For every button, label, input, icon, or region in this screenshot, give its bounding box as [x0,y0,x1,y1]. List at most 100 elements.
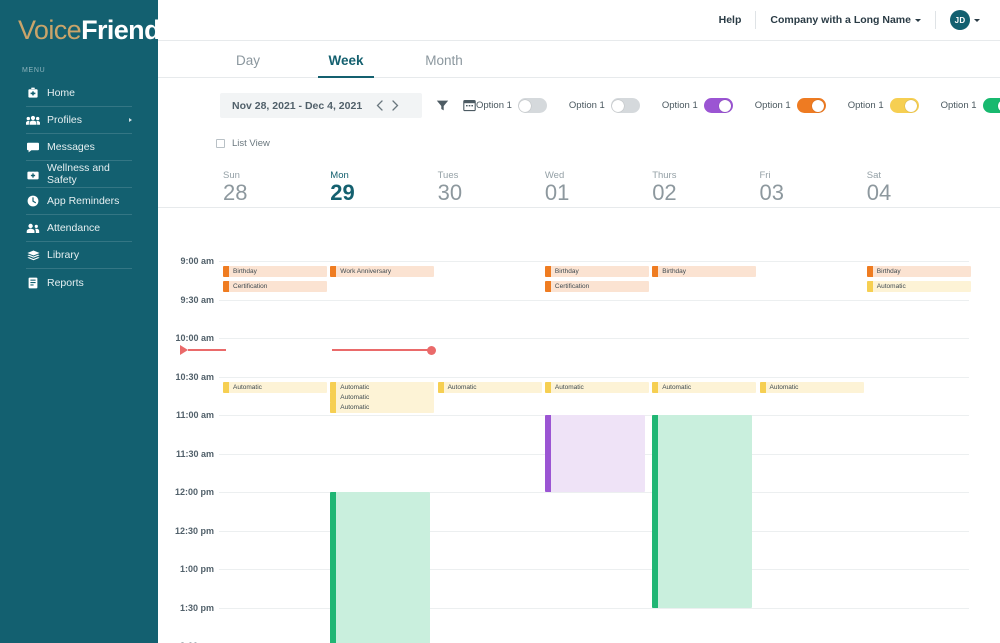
header-divider-2 [935,11,936,29]
sidebar-item-app-reminders[interactable]: App Reminders [26,188,132,215]
filter-icon[interactable] [436,99,449,113]
day-header-thurs[interactable]: Thurs 02 [652,170,676,204]
day-header-wed[interactable]: Wed 01 [545,170,569,204]
calendar-chip[interactable]: Automatic [330,401,435,413]
calendar-chip[interactable]: Automatic [544,381,649,393]
toggle-group-4: Option 1 [755,98,826,113]
chip-label: Birthday [662,268,687,275]
grid-line [219,376,969,378]
chip-label: Automatic [662,383,692,391]
calendar-chip[interactable]: Automatic [330,381,435,393]
sidebar-item-profiles[interactable]: Profiles [26,107,132,134]
logo-part-friend: Friend [81,15,161,45]
toggle-switch-2[interactable] [610,98,640,113]
time-label: 10:00 am [175,333,214,343]
time-label: 12:00 pm [174,487,214,497]
help-link[interactable]: Help [719,14,742,26]
calendar-event[interactable] [330,492,431,643]
calendar-chip[interactable]: Automatic [330,391,435,403]
sidebar-item-label: Library [47,249,80,261]
toggle-switch-4[interactable] [796,98,826,113]
day-number-label: 01 [544,180,570,205]
chevron-down-icon [915,18,921,22]
library-icon [26,249,40,262]
sidebar-nav: Home Profiles Messages Wellness and Safety A… [0,80,158,296]
calendar-chip[interactable]: Automatic [437,381,542,393]
option-toggles: Option 1 Option 1 Option 1 Option 1 Option 1… [476,98,1000,113]
sidebar-item-wellness-and-safety[interactable]: Wellness and Safety [26,161,132,188]
company-switcher[interactable]: Company with a Long Name [770,14,921,26]
toggle-knob [519,99,532,112]
sidebar-item-label: Home [47,87,76,99]
time-label: 9:00 am [180,256,214,266]
tab-day[interactable]: Day [220,53,276,77]
day-header-mon[interactable]: Mon 29 [330,170,354,204]
chip-label: Birthday [554,268,579,275]
chip-label: Automatic [340,403,370,411]
calendar-toolbar: Nov 28, 2021 - Dec 4, 2021 Option 1 Optio… [158,78,1000,133]
chip-label: Automatic [340,383,370,391]
now-indicator-line [188,349,226,351]
calendar-event[interactable] [652,415,753,608]
grid-line [219,261,969,262]
sidebar-item-reports[interactable]: Reports [26,269,132,296]
toggle-knob [612,99,625,112]
attendance-icon [26,222,40,235]
calendar-chip[interactable]: Certification [223,281,327,292]
prev-week-button[interactable] [371,96,387,116]
calendar-chip[interactable]: Automatic [759,381,864,393]
toggle-group-3: Option 1 [662,98,733,113]
time-label: 11:30 am [175,448,214,459]
toggle-switch-3[interactable] [703,98,733,113]
calendar-chip[interactable]: Birthday [544,266,649,277]
chip-label: Automatic [447,383,477,391]
sidebar-item-messages[interactable]: Messages [26,134,132,161]
calendar-chip[interactable]: Automatic [866,281,971,292]
calendar-icon[interactable] [463,99,476,113]
chip-label: Automatic [340,393,370,401]
calendar-chip[interactable]: Automatic [652,381,757,393]
calendar-chip[interactable]: Work Anniversary [330,266,435,277]
list-view-checkbox[interactable]: List View [216,138,270,149]
sidebar-item-label: App Reminders [47,195,120,207]
day-number-label: 04 [866,180,892,205]
view-tabs: Day Week Month [158,41,1000,78]
chevron-right-icon [129,118,132,122]
day-header-sun[interactable]: Sun 28 [223,170,247,204]
next-week-button[interactable] [387,96,403,116]
calendar-chip[interactable]: Automatic [223,381,327,393]
day-header-tues[interactable]: Tues 30 [438,170,462,204]
calendar-chip[interactable]: Birthday [866,266,971,277]
day-header-fri[interactable]: Fri 03 [760,170,784,204]
day-number-label: 28 [223,180,248,205]
event-color-bar [544,415,551,492]
toggle-knob [812,99,825,112]
toggle-label: Option 1 [940,100,977,111]
now-indicator-line [332,349,434,351]
app-root: VoiceFriend MENU Home Profiles Messages Wel… [0,0,1000,643]
toggle-knob [719,99,732,112]
day-number-label: 03 [759,180,784,205]
date-range-control[interactable]: Nov 28, 2021 - Dec 4, 2021 [220,93,422,118]
app-logo[interactable]: VoiceFriend [18,15,161,46]
toggle-group-1: Option 1 [476,98,547,113]
calendar-event[interactable] [544,415,645,492]
day-header-sat[interactable]: Sat 04 [867,170,891,204]
user-menu[interactable]: JD [950,10,980,30]
calendar-chip[interactable]: Birthday [223,266,327,277]
sidebar-item-attendance[interactable]: Attendance [26,215,132,242]
toggle-switch-1[interactable] [517,98,547,113]
sidebar-item-home[interactable]: Home [26,80,132,107]
calendar-chip[interactable]: Birthday [652,266,757,277]
time-label: 1:30 pm [179,602,214,613]
people-icon [26,114,40,127]
calendar-chip[interactable]: Certification [544,281,649,292]
tab-month[interactable]: Month [416,53,472,77]
chip-label: Certification [554,283,590,290]
toggle-switch-6[interactable] [982,98,1000,113]
sidebar-item-label: Reports [47,276,84,289]
toggle-switch-5[interactable] [889,98,919,113]
sidebar-item-library[interactable]: Library [26,242,132,269]
tab-week[interactable]: Week [318,53,374,78]
toggle-label: Option 1 [847,100,884,111]
